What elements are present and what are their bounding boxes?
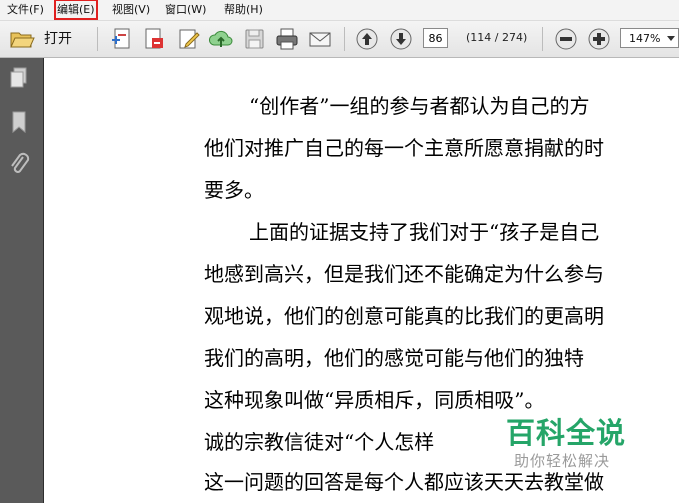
document-text-line: 他们对推广自己的每一个主意所愿意捐献的时 bbox=[204, 136, 604, 160]
menu-help[interactable]: 帮助(H) bbox=[224, 2, 263, 17]
chevron-down-icon bbox=[667, 36, 675, 41]
open-button-label[interactable]: 打开 bbox=[44, 29, 72, 49]
zoom-value: 147% bbox=[629, 32, 661, 45]
document-text-line: 地感到高兴，但是我们还不能确定为什么参与 bbox=[204, 262, 604, 286]
document-text-line: 诚的宗教信徒对“个人怎样 bbox=[204, 430, 435, 454]
toolbar-separator bbox=[344, 27, 345, 51]
attachments-icon[interactable] bbox=[8, 152, 30, 176]
menu-window[interactable]: 窗口(W) bbox=[165, 2, 206, 17]
menu-view[interactable]: 视图(V) bbox=[112, 2, 150, 17]
document-text-line: 这种现象叫做“异质相斥，同质相吸”。 bbox=[204, 388, 545, 412]
watermark-subtitle: 助你轻松解决 bbox=[514, 452, 611, 470]
edit-icon[interactable] bbox=[176, 26, 202, 52]
watermark-logo-text: 百科全说 bbox=[506, 416, 627, 450]
document-text-line: “创作者”一组的参与者都认为自己的方 bbox=[249, 94, 590, 118]
zoom-select[interactable]: 147% bbox=[620, 28, 679, 48]
document-text-line: 这一问题的回答是每个人都应该天天去教堂做 bbox=[204, 470, 604, 494]
menu-edit[interactable]: 编辑(E) bbox=[54, 0, 98, 20]
zoom-in-icon[interactable] bbox=[586, 26, 612, 52]
document-text-line: 观地说，他们的创意可能真的比我们的更高明 bbox=[204, 304, 604, 328]
toolbar-separator bbox=[542, 27, 543, 51]
export-icon[interactable] bbox=[141, 26, 167, 52]
page-number-input[interactable]: 86 bbox=[423, 28, 448, 48]
toolbar: 打开 86 (114 / 274) 147% bbox=[0, 21, 679, 58]
toolbar-separator bbox=[97, 27, 98, 51]
save-icon[interactable] bbox=[241, 26, 267, 52]
document-text-line: 上面的证据支持了我们对于“孩子是自己 bbox=[249, 220, 600, 244]
page-up-icon[interactable] bbox=[354, 26, 380, 52]
document-text-line: 要多。 bbox=[204, 178, 264, 202]
email-icon[interactable] bbox=[307, 26, 333, 52]
folder-open-icon[interactable] bbox=[9, 26, 35, 52]
bookmarks-icon[interactable] bbox=[8, 110, 30, 134]
pages-icon[interactable] bbox=[8, 66, 30, 90]
document-text-line: 我们的高明，他们的感觉可能与他们的独特 bbox=[204, 346, 584, 370]
create-icon[interactable] bbox=[109, 26, 135, 52]
menu-file[interactable]: 文件(F) bbox=[7, 2, 44, 17]
upload-icon[interactable] bbox=[208, 26, 234, 52]
menu-bar: 文件(F) 编辑(E) 视图(V) 窗口(W) 帮助(H) bbox=[0, 0, 679, 21]
print-icon[interactable] bbox=[274, 26, 300, 52]
page-down-icon[interactable] bbox=[388, 26, 414, 52]
zoom-out-icon[interactable] bbox=[553, 26, 579, 52]
page-count: (114 / 274) bbox=[466, 31, 528, 44]
navigation-panel bbox=[0, 58, 44, 503]
